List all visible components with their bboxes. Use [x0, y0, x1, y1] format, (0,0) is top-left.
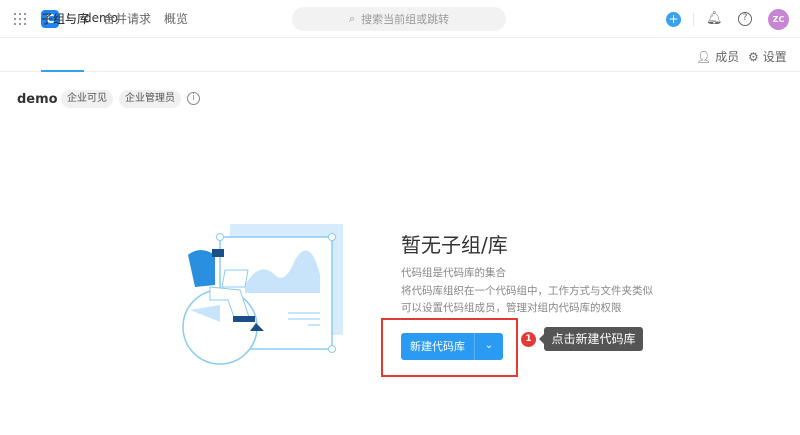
visibility-badge: 企业可见: [61, 90, 113, 108]
empty-desc-line: 可以设置代码组成员，管理对组内代码库的权限: [401, 302, 622, 314]
tab-overview[interactable]: 概览: [164, 10, 188, 27]
bell-icon[interactable]: 🔔︎: [706, 11, 723, 26]
tab-subgroups[interactable]: 子组与库: [41, 10, 89, 27]
new-repo-button[interactable]: 新建代码库: [401, 333, 475, 360]
user-icon: 👤︎: [696, 49, 712, 64]
tooltip: 点击新建代码库: [539, 327, 643, 351]
empty-illustration: [182, 224, 343, 365]
create-plus-button[interactable]: +: [666, 12, 681, 27]
empty-desc-line: 将代码库组织在一个代码组中，工作方式与文件夹类似: [401, 285, 653, 297]
group-name: demo: [17, 92, 58, 107]
empty-desc-line: 代码组是代码库的集合: [401, 267, 506, 279]
empty-title: 暂无子组/库: [401, 233, 508, 257]
settings-link[interactable]: ⚙ 设置: [748, 48, 787, 65]
active-tab-indicator: [41, 70, 84, 72]
tab-bar: [0, 38, 800, 72]
avatar[interactable]: ZC: [768, 9, 789, 30]
apps-grid-icon[interactable]: [14, 13, 26, 25]
help-icon[interactable]: ?: [738, 12, 752, 26]
tab-merge-requests[interactable]: 合并请求: [103, 10, 151, 27]
chevron-down-icon[interactable]: ⌄: [475, 333, 503, 360]
new-repo-split-button: 新建代码库 ⌄: [401, 333, 503, 360]
search-icon: ⌕: [348, 12, 356, 25]
info-icon[interactable]: i: [187, 92, 200, 105]
role-badge: 企业管理员: [119, 90, 181, 108]
step-badge: 1: [521, 332, 536, 347]
settings-label: 设置: [762, 50, 787, 64]
members-label: 成员: [715, 50, 740, 64]
gear-icon: ⚙: [748, 49, 759, 64]
search-input[interactable]: ⌕ 搜索当前组或跳转: [292, 7, 506, 31]
members-link[interactable]: 👤︎ 成员: [696, 48, 739, 65]
search-placeholder: 搜索当前组或跳转: [361, 13, 450, 26]
divider: [693, 13, 694, 26]
